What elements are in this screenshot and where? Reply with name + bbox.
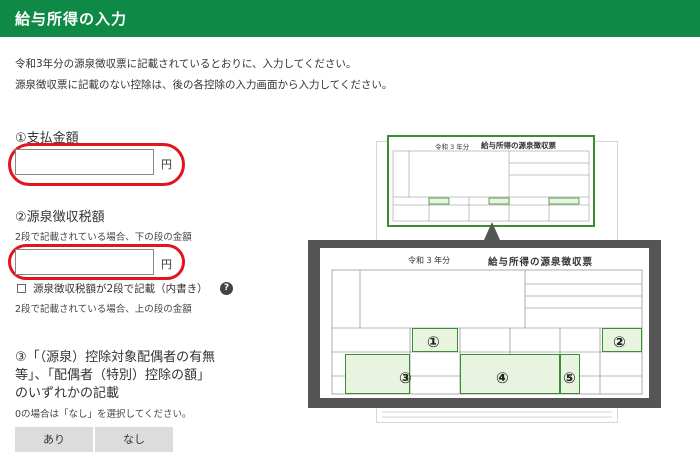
intro-line-1: 令和3年分の源泉徴収票に記載されているとおりに、入力してください。: [15, 58, 357, 70]
withholding-slip-thumbnail: 令和 3 年分 給与所得の源泉徴収票: [387, 135, 595, 227]
zoom-frame: 令和 3 年分 給与所得の源泉徴収票 ① ② ③ ④ ⑤: [308, 240, 661, 408]
page-header: 給与所得の入力: [0, 0, 700, 37]
zoom-pointer: [484, 222, 500, 240]
withholding-tax-label: ②源泉徴収税額: [15, 210, 105, 225]
withholding-slip-zoomed: 令和 3 年分 給与所得の源泉徴収票 ① ② ③ ④ ⑤: [320, 248, 649, 398]
cell-spouse-deduction: [460, 354, 560, 394]
yen-unit-2: 円: [161, 258, 172, 271]
marker-2: ②: [613, 333, 626, 351]
two-tier-checkbox[interactable]: [17, 284, 26, 293]
two-tier-note: 2段で記載されている場合、上の段の金額: [15, 304, 192, 315]
spouse-deduction-label-line1: ③「（源泉）控除対象配偶者の有無: [15, 350, 216, 365]
zoom-year: 令和 3 年分: [408, 256, 451, 265]
spouse-deduction-label-line3: のいずれかの記載: [15, 386, 120, 401]
marker-1: ①: [427, 333, 440, 351]
zoom-title: 給与所得の源泉徴収票: [488, 257, 594, 268]
option-yes-button[interactable]: あり: [15, 427, 93, 452]
option-no-button[interactable]: なし: [95, 427, 173, 452]
spouse-deduction-note: 0の場合は「なし」を選択してください。: [15, 409, 192, 420]
yen-unit-1: 円: [161, 158, 172, 171]
spouse-deduction-label-line2: 等」、「配偶者（特別）控除の額」: [15, 368, 211, 383]
withholding-tax-note: 2段で記載されている場合、下の段の金額: [15, 232, 192, 243]
payment-amount-input[interactable]: [15, 149, 154, 175]
marker-3: ③: [399, 369, 412, 387]
intro-line-2: 源泉徴収票に記載のない控除は、後の各控除の入力画面から入力してください。: [15, 79, 393, 91]
help-icon[interactable]: ?: [220, 282, 233, 295]
marker-5: ⑤: [563, 369, 576, 387]
withholding-tax-input[interactable]: [15, 249, 154, 275]
marker-4: ④: [496, 369, 509, 387]
page-title: 給与所得の入力: [15, 10, 128, 28]
two-tier-checkbox-label: 源泉徴収税額が2段で記載（内書き）: [33, 283, 208, 295]
